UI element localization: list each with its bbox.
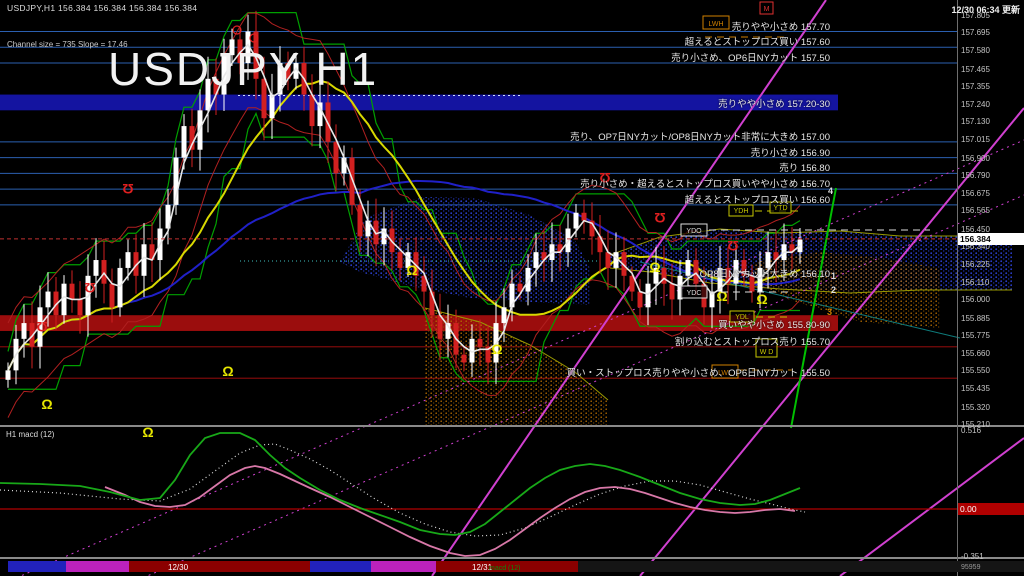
price-tick: 155.550 [961,366,990,375]
buy-omega-icon: Ω [649,259,660,275]
session-segment [310,561,371,572]
price-tick: 156.565 [961,206,990,215]
object-box-label: YDC [687,290,702,297]
price-tick: 157.240 [961,100,990,109]
symbol-ohlc-readout: USDJPY,H1 156.384 156.384 156.384 156.38… [7,3,197,13]
trendline-number: 3 [827,307,832,317]
timeline-extra-label: macd (12) [489,565,521,572]
macd-scale-top: 0.516 [961,426,981,435]
level-annotation: 超えるとストップロス買い 156.60 [685,192,830,206]
level-annotation: 超えるとストップロス買い 157.60 [685,34,830,48]
price-tick: 156.675 [961,189,990,198]
session-segment [371,561,436,572]
level-annotation: OP8日NYカット大きめ 156.10 [700,266,830,280]
level-annotation: 売り小さめ・超えるとストップロス買いやや小さめ 156.70 [580,176,830,190]
price-tick: 155.660 [961,349,990,358]
price-tick: 157.805 [961,11,990,20]
macd-zero-box: 0.00 [958,503,1024,515]
price-tick: 155.885 [961,314,990,323]
price-tick: 155.775 [961,331,990,340]
macd-pane [0,433,957,556]
price-tick: 157.130 [961,117,990,126]
app-root: ΩΩΩΩΩΩΩΩΩΩΩΩΩΩLWHMYDHYTDYDOYDCYDLW DLWL1… [0,0,1024,576]
object-box-label: YDO [686,228,702,235]
macd-scale-bottom: -0.351 [961,552,984,561]
macd-corner-value: 95959 [961,564,980,571]
session-segment [578,561,1024,572]
date-label: 12/30 [168,563,189,572]
level-annotation: 買い・ストップロス売りやや小さめ、OP6日NYカット 155.50 [567,365,830,379]
sell-omega-icon: Ω [84,280,95,296]
price-tick: 157.580 [961,46,990,55]
sell-omega-icon: Ω [36,319,47,335]
object-box-label: W D [760,349,774,356]
price-tick: 157.015 [961,135,990,144]
sell-omega-icon: Ω [727,238,738,254]
object-box-label: M [764,6,770,13]
session-segment [129,561,310,572]
price-axis[interactable]: 157.805 157.695 157.580 157.465 157.355 157.2… [960,0,1024,576]
macd-pane-label: H1 macd (12) [6,430,54,439]
price-tick: 157.355 [961,82,990,91]
level-annotation: 売りやや小さめ 157.70 [732,19,830,33]
buy-omega-icon: Ω [41,396,52,412]
price-tick: 156.225 [961,260,990,269]
trendline-number: 2 [831,285,836,295]
trendline-number: 1 [831,271,836,281]
session-segment [66,561,129,572]
object-box-label: LWH [708,21,723,28]
price-tick: 156.000 [961,295,990,304]
level-annotation: 売り小さめ、OP6日NYカット 157.50 [671,50,830,64]
level-annotation: 買いやや小さめ 155.80-90 [718,317,830,331]
price-tick: 156.790 [961,171,990,180]
level-annotation: 売りやや小さめ 157.20-30 [718,96,830,110]
object-box-label: YTD [774,205,788,212]
sell-omega-icon: Ω [122,181,133,197]
current-price-box: 156.384 [958,233,1024,245]
level-annotation: 売り、OP7日NYカット/OP8日NYカット非常に大きめ 157.00 [570,129,830,143]
trendline-number: 4 [828,186,833,196]
price-tick: 157.695 [961,28,990,37]
session-segment [8,561,66,572]
buy-omega-icon: Ω [406,262,417,278]
watermark: USDJPY H1 [108,42,378,96]
buy-omega-icon: Ω [716,288,727,304]
level-annotation: 売り小さめ 156.90 [751,145,830,159]
buy-omega-icon: Ω [491,341,502,357]
price-tick: 155.435 [961,384,990,393]
price-tick: 157.465 [961,65,990,74]
sell-omega-icon: Ω [654,210,665,226]
price-tick: 156.110 [961,278,989,287]
level-annotation: 割り込むとストップロス売り 155.70 [675,334,830,348]
object-box-label: YDH [734,208,749,215]
buy-omega-icon: Ω [756,291,767,307]
level-annotation: 売り 156.80 [779,160,830,174]
buy-omega-icon: Ω [222,363,233,379]
price-tick: 156.900 [961,154,990,163]
price-tick: 155.320 [961,403,990,412]
